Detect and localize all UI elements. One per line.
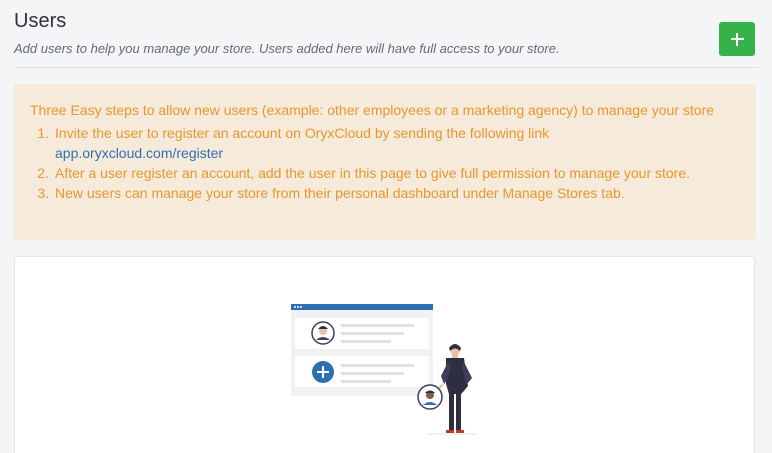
users-illustration xyxy=(291,304,477,435)
page-title: Users xyxy=(14,10,67,32)
register-link[interactable]: app.oryxcloud.com/register xyxy=(55,143,740,163)
step-item: New users can manage your store from the… xyxy=(53,183,740,203)
empty-state-card xyxy=(14,256,755,453)
instructions-notice: Three Easy steps to allow new users (exa… xyxy=(14,84,756,240)
plus-icon xyxy=(730,32,744,46)
step-text: Invite the user to register an account o… xyxy=(55,125,550,141)
page-header: Users Add users to help you manage your … xyxy=(14,8,758,68)
page-subtitle: Add users to help you manage your store.… xyxy=(14,41,560,56)
add-user-button[interactable] xyxy=(719,22,755,56)
step-item: After a user register an account, add th… xyxy=(53,163,740,183)
steps-list: Invite the user to register an account o… xyxy=(30,123,740,203)
step-item: Invite the user to register an account o… xyxy=(53,123,740,163)
notice-intro: Three Easy steps to allow new users (exa… xyxy=(30,102,714,118)
